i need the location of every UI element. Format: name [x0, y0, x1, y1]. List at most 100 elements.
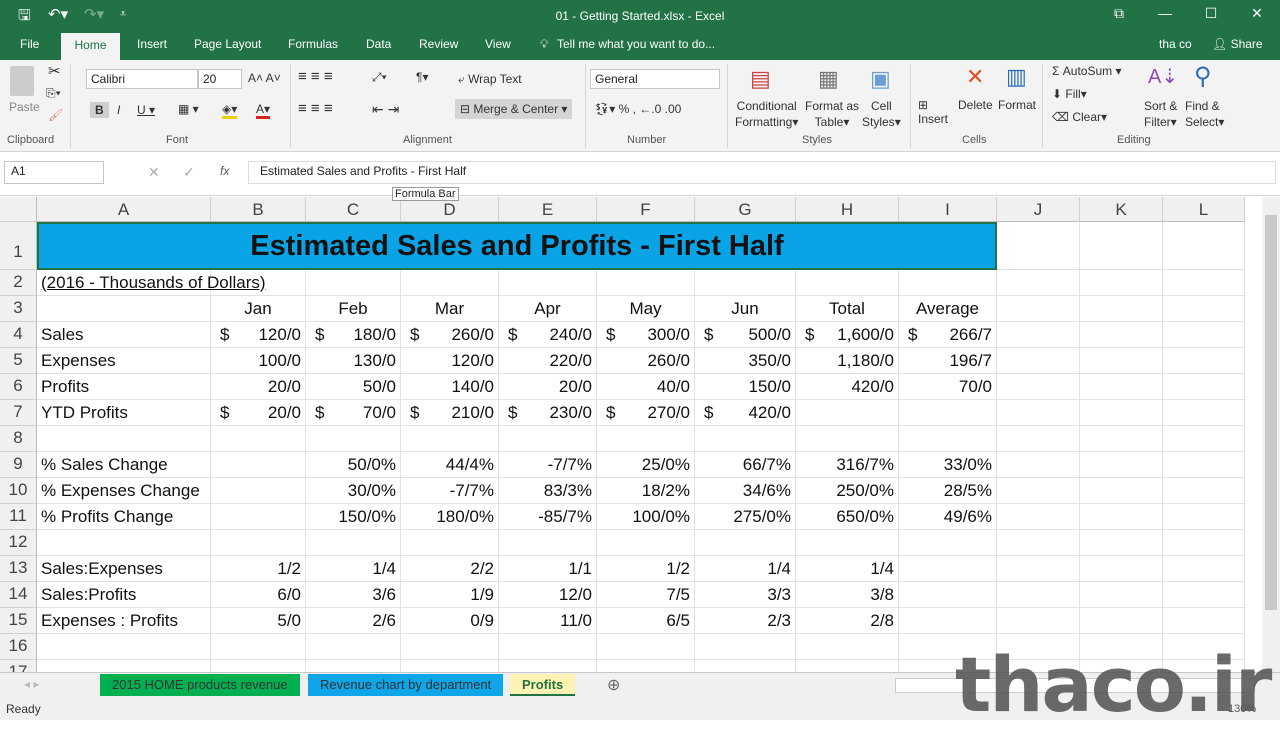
cell[interactable]: 2/6: [306, 608, 401, 634]
cell[interactable]: Average: [899, 296, 997, 322]
row-header[interactable]: 5: [0, 348, 37, 374]
cell[interactable]: [499, 530, 597, 556]
wrap-text-button[interactable]: ⤶ Wrap Text: [458, 72, 522, 87]
cut-icon[interactable]: ✂: [48, 62, 61, 80]
cell[interactable]: 100/0%: [597, 504, 695, 530]
cell[interactable]: [695, 634, 796, 660]
column-header-b[interactable]: B: [211, 197, 306, 222]
cell[interactable]: 83/3%: [499, 478, 597, 504]
cell[interactable]: [796, 426, 899, 452]
cell[interactable]: 0/9: [401, 608, 499, 634]
cell[interactable]: 20/0: [499, 374, 597, 400]
cell[interactable]: [1080, 452, 1163, 478]
cell[interactable]: [37, 530, 211, 556]
title-cell[interactable]: Estimated Sales and Profits - First Half: [37, 222, 997, 270]
cell[interactable]: [997, 296, 1080, 322]
row-header[interactable]: 14: [0, 582, 37, 608]
column-header-g[interactable]: G: [695, 197, 796, 222]
column-header-h[interactable]: H: [796, 197, 899, 222]
cell[interactable]: [1163, 478, 1245, 504]
column-header-a[interactable]: A: [37, 197, 211, 222]
row-header[interactable]: 2: [0, 270, 37, 296]
cell[interactable]: [997, 374, 1080, 400]
cell[interactable]: [1163, 222, 1245, 270]
cell[interactable]: [1163, 296, 1245, 322]
cell[interactable]: [499, 426, 597, 452]
cell[interactable]: [997, 556, 1080, 582]
column-header-j[interactable]: J: [997, 197, 1080, 222]
text-direction-icon[interactable]: ¶▾: [416, 70, 428, 84]
cell[interactable]: May: [597, 296, 695, 322]
cell[interactable]: 275/0%: [695, 504, 796, 530]
format-as-table-button[interactable]: Format as Table▾: [805, 98, 859, 130]
cell[interactable]: Sales:Expenses: [37, 556, 211, 582]
cell[interactable]: [1080, 374, 1163, 400]
cell[interactable]: 1/4: [695, 556, 796, 582]
cell[interactable]: 220/0: [499, 348, 597, 374]
row-header[interactable]: 16: [0, 634, 37, 660]
cell[interactable]: [695, 270, 796, 296]
cell[interactable]: [899, 426, 997, 452]
grow-font-icon[interactable]: A˄ A˅: [248, 71, 281, 85]
cell[interactable]: [1080, 348, 1163, 374]
ribbon-display-icon[interactable]: ⧉: [1104, 5, 1134, 22]
column-header-e[interactable]: E: [499, 197, 597, 222]
cell[interactable]: [211, 452, 306, 478]
cell[interactable]: 44/4%: [401, 452, 499, 478]
cell[interactable]: 1/4: [306, 556, 401, 582]
font-color-icon[interactable]: A▾: [256, 102, 271, 119]
row-header[interactable]: 17: [0, 660, 37, 672]
cell[interactable]: [899, 556, 997, 582]
share-button[interactable]: 👤︎ Share: [1210, 37, 1265, 51]
cell[interactable]: $20/0: [211, 400, 306, 426]
cell[interactable]: 420/0: [796, 374, 899, 400]
column-header-l[interactable]: L: [1163, 197, 1245, 222]
cell[interactable]: [211, 504, 306, 530]
cell[interactable]: [997, 270, 1080, 296]
cell[interactable]: [899, 270, 997, 296]
cell[interactable]: $120/0: [211, 322, 306, 348]
close-button[interactable]: ✕: [1242, 5, 1272, 22]
cell[interactable]: [997, 478, 1080, 504]
cell[interactable]: 1/1: [499, 556, 597, 582]
cell[interactable]: 12/0: [499, 582, 597, 608]
cell[interactable]: [1080, 322, 1163, 348]
cell[interactable]: 6/5: [597, 608, 695, 634]
accounting-format-icon[interactable]: 💱︎▾ % , ←.0 .00: [594, 102, 681, 116]
cell[interactable]: 3/8: [796, 582, 899, 608]
cell[interactable]: 650/0%: [796, 504, 899, 530]
cell[interactable]: 34/6%: [695, 478, 796, 504]
delete-cells-button[interactable]: Delete: [958, 98, 993, 112]
cell[interactable]: [1163, 322, 1245, 348]
cell[interactable]: [211, 426, 306, 452]
cell[interactable]: % Profits Change: [37, 504, 211, 530]
cell[interactable]: Sales:Profits: [37, 582, 211, 608]
column-header-i[interactable]: I: [899, 197, 997, 222]
cell[interactable]: [1080, 530, 1163, 556]
worksheet-grid[interactable]: A B C D E F G H I J K L 1 Estimated Sales and Profits…: [0, 197, 1262, 672]
enter-icon[interactable]: ✓: [183, 164, 195, 181]
cell[interactable]: [796, 400, 899, 426]
cell[interactable]: [695, 426, 796, 452]
find-select-button[interactable]: Find & Select▾: [1185, 98, 1224, 130]
cell[interactable]: 316/7%: [796, 452, 899, 478]
sheet-tab-2015-home[interactable]: 2015 HOME products revenue: [100, 674, 300, 696]
cell[interactable]: [401, 634, 499, 660]
paste-button[interactable]: Paste: [9, 100, 40, 114]
tab-page-layout[interactable]: Page Layout: [192, 37, 263, 51]
tab-file[interactable]: File: [18, 37, 41, 51]
number-format-select[interactable]: General: [590, 69, 720, 89]
sheet-tab-profits[interactable]: Profits: [510, 674, 576, 696]
cell[interactable]: [997, 400, 1080, 426]
column-header-f[interactable]: F: [597, 197, 695, 222]
borders-icon[interactable]: ▦ ▾: [178, 102, 199, 116]
cell[interactable]: $70/0: [306, 400, 401, 426]
cell[interactable]: 50/0: [306, 374, 401, 400]
cell[interactable]: [1163, 270, 1245, 296]
row-header[interactable]: 1: [0, 222, 37, 270]
cell[interactable]: 25/0%: [597, 452, 695, 478]
cell[interactable]: [211, 634, 306, 660]
cell[interactable]: [306, 426, 401, 452]
bold-button[interactable]: B: [90, 102, 109, 118]
cell[interactable]: 120/0: [401, 348, 499, 374]
